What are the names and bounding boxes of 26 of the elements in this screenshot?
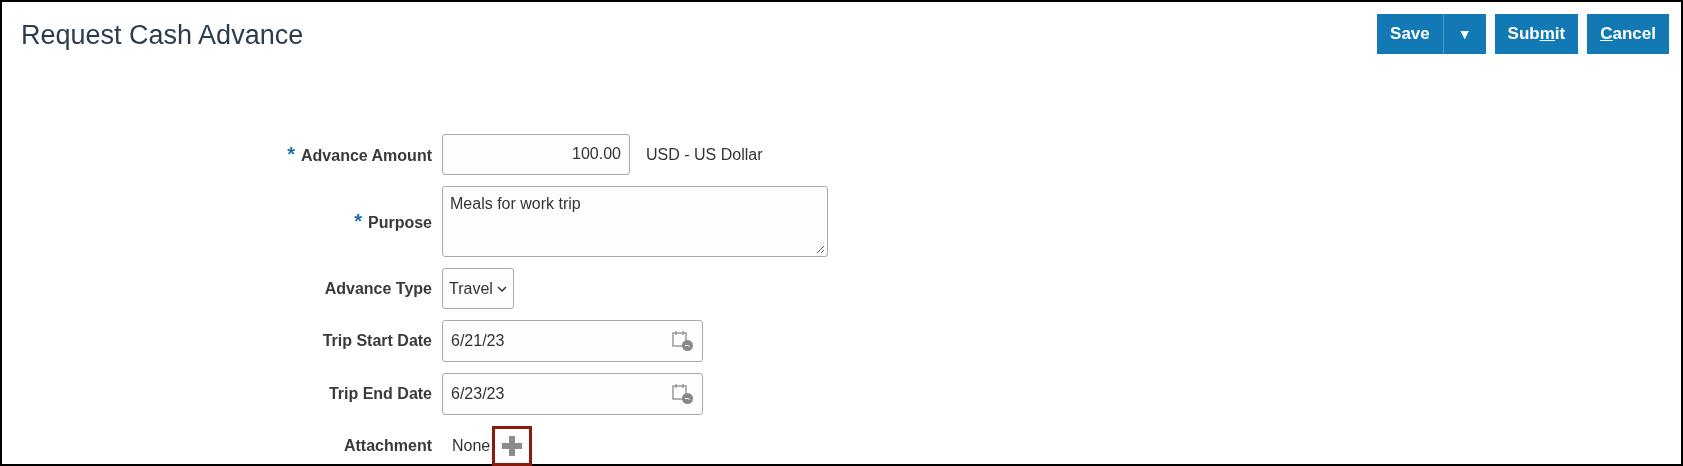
type-dropdown[interactable]: Travel	[442, 268, 514, 309]
purpose-field[interactable]: Meals for work trip	[442, 186, 828, 257]
required-mark: *	[354, 210, 362, 232]
field-label: Purpose	[368, 214, 432, 231]
resize-handle-icon	[816, 245, 825, 254]
calendar-icon	[672, 383, 694, 405]
page-title: Request Cash Advance	[21, 20, 304, 51]
submit-button[interactable]: Submit	[1494, 14, 1579, 54]
field-label: Advance Type	[324, 279, 432, 297]
calendar-icon	[672, 330, 694, 352]
add-attachment-button[interactable]	[492, 426, 533, 466]
plus-icon	[502, 436, 523, 456]
field-label: Trip End Date	[328, 385, 432, 402]
date-field[interactable]: 6/23/23	[442, 373, 703, 415]
save-button[interactable]: Save	[1377, 14, 1443, 54]
attachment-value: None	[452, 437, 491, 455]
chevron-down-icon	[496, 285, 507, 292]
field-label: Trip Start Date	[322, 332, 432, 349]
field-label: Attachment	[344, 437, 432, 454]
required-mark: *	[287, 143, 295, 165]
amount-field[interactable]: 100.00	[442, 134, 630, 175]
date-field[interactable]: 6/21/23	[442, 320, 703, 362]
cancel-button[interactable]: Cancel	[1587, 14, 1669, 54]
field-label: Advance Amount	[301, 147, 432, 164]
dropdown-button[interactable]: ▼	[1442, 14, 1486, 54]
currency-text: USD - US Dollar	[646, 145, 763, 164]
